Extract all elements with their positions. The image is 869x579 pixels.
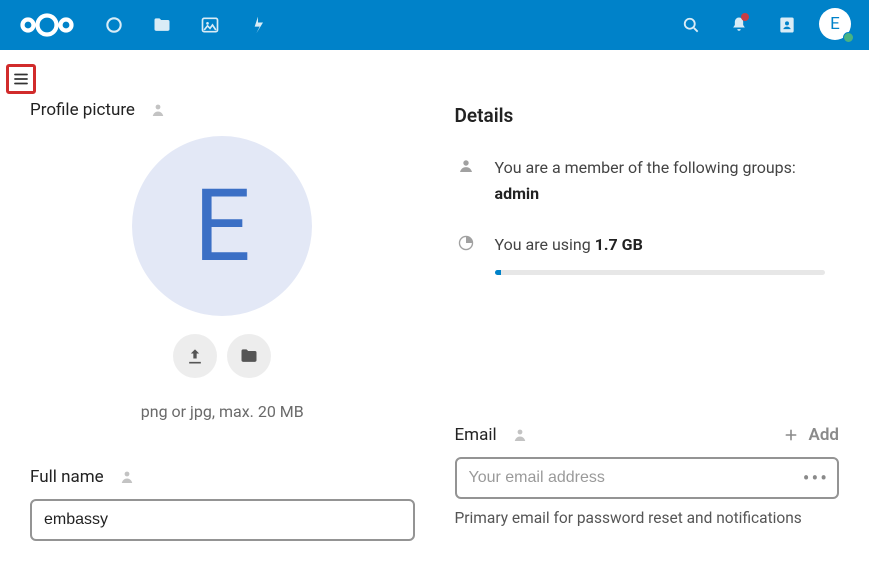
add-email-button[interactable]: Add — [783, 425, 840, 445]
avatar-hint: png or jpg, max. 20 MB — [141, 402, 304, 421]
topbar: E — [0, 0, 869, 50]
quota-prefix: You are using — [495, 235, 595, 254]
contacts-icon[interactable] — [765, 3, 809, 47]
person-icon — [455, 155, 477, 175]
scope-icon[interactable] — [511, 426, 529, 444]
quota-bar — [495, 270, 825, 275]
activity-icon[interactable] — [236, 3, 280, 47]
groups-intro: You are a member of the following groups… — [495, 158, 796, 177]
scope-icon[interactable] — [149, 101, 167, 119]
email-hint: Primary email for password reset and not… — [455, 509, 840, 527]
files-icon[interactable] — [140, 3, 184, 47]
quota-icon — [455, 232, 477, 252]
content: Profile picture E png or jpg, max. 20 MB — [0, 50, 869, 541]
details-title: Details — [455, 104, 840, 127]
scope-icon[interactable] — [118, 468, 136, 486]
fullname-input[interactable] — [30, 499, 415, 541]
quota-fill — [495, 270, 502, 275]
user-menu[interactable]: E — [819, 8, 853, 42]
search-icon[interactable] — [669, 3, 713, 47]
email-options-button[interactable]: ••• — [803, 466, 829, 490]
status-online-dot — [843, 32, 854, 43]
topbar-left — [10, 3, 280, 47]
settings-nav-toggle[interactable] — [6, 64, 36, 94]
quota-value: 1.7 GB — [595, 235, 643, 254]
notifications-icon[interactable] — [717, 3, 761, 47]
topbar-right: E — [669, 3, 859, 47]
upload-avatar-button[interactable] — [173, 334, 217, 378]
profile-picture-section: Profile picture E png or jpg, max. 20 MB — [30, 100, 415, 541]
email-label: Email — [455, 425, 497, 445]
fullname-section: Full name — [30, 467, 415, 541]
email-input[interactable] — [455, 457, 840, 499]
groups-row: You are a member of the following groups… — [455, 155, 840, 206]
avatar-large: E — [132, 136, 312, 316]
notifications-dot — [741, 13, 749, 21]
choose-from-files-button[interactable] — [227, 334, 271, 378]
email-section: Email Add ••• Primary email for password… — [455, 425, 840, 527]
add-label: Add — [809, 425, 840, 445]
photos-icon[interactable] — [188, 3, 232, 47]
nextcloud-logo[interactable] — [16, 9, 78, 41]
details-section: Details You are a member of the followin… — [455, 100, 840, 541]
dashboard-icon[interactable] — [92, 3, 136, 47]
groups-value: admin — [495, 184, 540, 203]
quota-row: You are using 1.7 GB — [455, 232, 840, 275]
fullname-label: Full name — [30, 467, 104, 487]
profile-picture-label: Profile picture — [30, 100, 135, 120]
